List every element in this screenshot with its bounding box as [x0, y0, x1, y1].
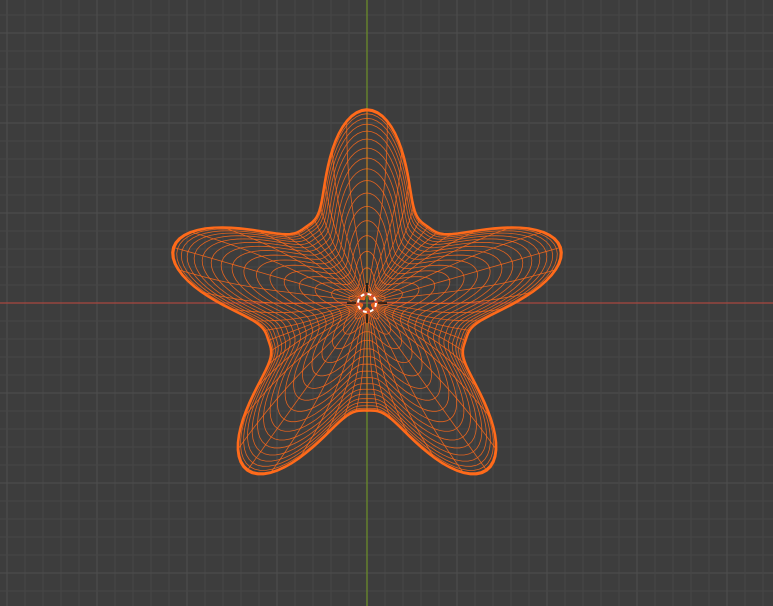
viewport-canvas[interactable] [0, 0, 773, 606]
3d-viewport[interactable] [0, 0, 773, 606]
